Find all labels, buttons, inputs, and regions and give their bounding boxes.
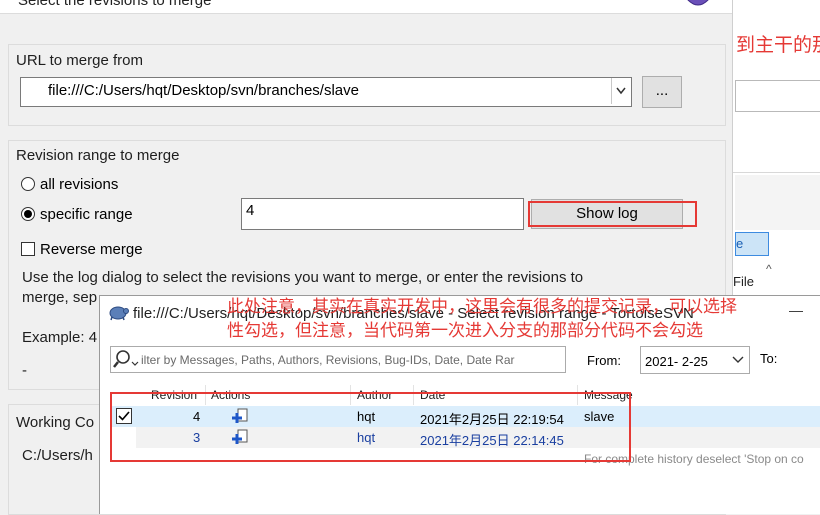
help-text-line2: merge, sep [22, 289, 98, 306]
revision-range-label: Revision range to merge [16, 147, 180, 164]
all-revisions-radio[interactable] [21, 177, 35, 191]
background-panel [735, 175, 820, 230]
show-log-highlight [528, 201, 697, 227]
radio-selected-dot [24, 210, 32, 218]
chevron-up-icon: ^ [766, 262, 772, 276]
url-combobox-dropdown[interactable] [611, 78, 630, 104]
dash-text: - [22, 362, 27, 379]
working-copy-path: C:/Users/h [22, 447, 93, 464]
background-file-label: File [733, 274, 754, 289]
specific-range-radio[interactable] [21, 207, 35, 221]
minimize-button[interactable]: — [789, 302, 803, 318]
reverse-merge-checkbox[interactable] [21, 242, 35, 256]
browse-button[interactable]: ... [642, 76, 682, 108]
from-date-value: 2021- 2-25 [645, 354, 708, 369]
search-icon[interactable] [112, 348, 140, 370]
specific-range-label[interactable]: specific range [40, 206, 133, 223]
shield-icon [687, 0, 709, 6]
background-red-text: 到主干的那 [736, 35, 820, 56]
from-label: From: [587, 353, 621, 368]
url-combobox-value: file:///C:/Users/hqt/Desktop/svn/branche… [48, 82, 359, 99]
all-revisions-label[interactable]: all revisions [40, 176, 118, 193]
background-divider [732, 172, 820, 173]
filter-placeholder: ilter by Messages, Paths, Authors, Revis… [141, 353, 515, 367]
revision-range-input[interactable] [241, 198, 524, 230]
working-copy-label: Working Co [16, 414, 95, 431]
revision-rows-highlight [110, 392, 631, 462]
merge-dialog-titlebar: Select the revisions to merge [0, 0, 732, 14]
to-label: To: [760, 351, 778, 366]
reverse-merge-label[interactable]: Reverse merge [40, 241, 143, 258]
chevron-down-icon[interactable] [732, 356, 744, 364]
annotation-line1: 此处注意，其实在真实开发中，这里会有很多的提交记录，可以选择 [227, 297, 737, 316]
tortoise-icon [109, 306, 129, 321]
background-selected-item[interactable]: e [735, 232, 769, 256]
url-group-label: URL to merge from [16, 52, 143, 69]
background-input[interactable] [735, 80, 820, 112]
annotation-line2: 性勾选，但注意，当代码第一次进入分支的那部分代码不会勾选 [227, 321, 703, 340]
chevron-down-icon [616, 87, 626, 95]
help-text-line1: Use the log dialog to select the revisio… [22, 269, 584, 286]
merge-dialog-title: Select the revisions to merge [18, 0, 212, 9]
example-text: Example: 4 [22, 329, 98, 346]
revision-range-value: 4 [246, 202, 255, 219]
